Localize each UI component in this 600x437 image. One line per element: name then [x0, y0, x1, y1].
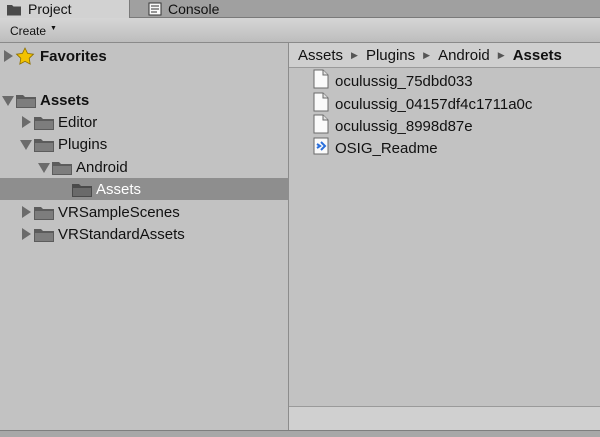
tab-strip: Project Console	[0, 0, 600, 18]
collapse-arrow-icon[interactable]	[38, 163, 50, 173]
list-item[interactable]: oculussig_8998d87e	[313, 114, 473, 138]
tree-item-favorites[interactable]: Favorites	[0, 45, 290, 67]
folder-icon	[6, 3, 22, 16]
document-icon	[313, 92, 329, 116]
expand-arrow-icon[interactable]	[21, 206, 31, 218]
visual-studio-icon	[313, 136, 329, 160]
tree-item-vrsamplescenes[interactable]: VRSampleScenes	[0, 201, 308, 223]
dropdown-caret-icon: ▼	[50, 25, 57, 32]
tree-item-label: Editor	[58, 113, 98, 131]
tab-project[interactable]: Project	[0, 0, 130, 18]
breadcrumb-item-assets[interactable]: Assets	[298, 47, 343, 64]
breadcrumb-separator-icon: ▶	[423, 49, 431, 60]
project-toolbar: Create ▼	[0, 18, 600, 43]
expand-arrow-icon[interactable]	[21, 116, 31, 128]
folder-icon	[71, 180, 93, 198]
breadcrumb-item-current[interactable]: Assets	[513, 47, 562, 64]
folder-icon	[51, 158, 73, 176]
file-name: oculussig_8998d87e	[335, 117, 473, 135]
folder-tree: Favorites Assets Editor Plugins Android	[0, 43, 359, 430]
console-icon	[148, 2, 162, 16]
create-button-label: Create	[10, 23, 47, 38]
tab-project-label: Project	[28, 1, 72, 17]
tree-item-label: VRStandardAssets	[58, 225, 185, 243]
file-name: OSIG_Readme	[335, 139, 438, 157]
file-name: oculussig_04157df4c1711a0c	[335, 95, 533, 113]
tree-item-vrstandardassets[interactable]: VRStandardAssets	[0, 223, 308, 245]
tab-console[interactable]: Console	[146, 0, 286, 17]
tree-item-label: Assets	[96, 180, 142, 198]
tree-item-editor[interactable]: Editor	[0, 111, 308, 133]
breadcrumb-separator-icon: ▶	[351, 49, 358, 60]
tab-console-label: Console	[168, 0, 220, 17]
tree-item-label: VRSampleScenes	[58, 203, 180, 221]
breadcrumb: Assets ▶ Plugins ▶ Android ▶ Assets	[289, 43, 600, 68]
tree-item-android[interactable]: Android	[0, 156, 326, 178]
folder-icon	[33, 203, 55, 221]
file-name: oculussig_75dbd033	[335, 72, 473, 90]
folder-icon	[33, 135, 55, 153]
document-icon	[313, 114, 329, 138]
tree-item-label: Android	[76, 158, 128, 176]
tree-item-label: Favorites	[40, 47, 107, 65]
star-icon	[15, 47, 37, 65]
status-bar	[289, 406, 600, 431]
create-button[interactable]: Create ▼	[6, 22, 61, 39]
breadcrumb-item-plugins[interactable]: Plugins	[366, 47, 415, 64]
document-icon	[313, 69, 329, 93]
tree-item-plugins[interactable]: Plugins	[0, 133, 308, 155]
tree-item-assets[interactable]: Assets	[0, 89, 290, 111]
expand-arrow-icon[interactable]	[3, 50, 13, 62]
tree-item-label: Plugins	[58, 135, 108, 153]
collapse-arrow-icon[interactable]	[20, 140, 32, 150]
tree-item-label: Assets	[40, 91, 90, 109]
file-list: oculussig_75dbd033 oculussig_04157df4c17…	[289, 69, 600, 406]
breadcrumb-separator-icon: ▶	[497, 49, 505, 60]
expand-arrow-icon[interactable]	[21, 228, 31, 240]
folder-icon	[33, 225, 55, 243]
list-item[interactable]: oculussig_75dbd033	[313, 69, 473, 93]
list-item[interactable]: oculussig_04157df4c1711a0c	[313, 92, 533, 116]
collapse-arrow-icon[interactable]	[2, 96, 14, 106]
breadcrumb-item-android[interactable]: Android	[438, 47, 490, 64]
list-item[interactable]: OSIG_Readme	[313, 137, 438, 159]
folder-icon	[33, 113, 55, 131]
folder-icon	[15, 91, 37, 109]
